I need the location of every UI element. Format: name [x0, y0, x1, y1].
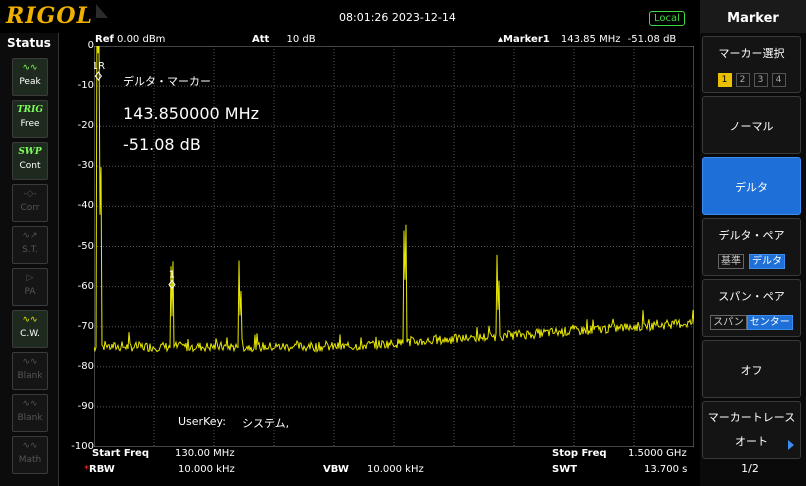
marker-number-1[interactable]: 1 [717, 73, 732, 87]
status-pa-button[interactable]: ▷ PA [12, 268, 48, 306]
swp-label: Cont [19, 161, 41, 171]
math-icon: ∿∿ [22, 441, 38, 451]
y-tick-label: -10 [77, 80, 94, 92]
marker-trace-value: オート [735, 435, 768, 448]
delta-marker-level: -51.08 dB [123, 135, 201, 154]
trig-tag: TRIG [16, 105, 44, 115]
status-math-button[interactable]: ∿∿ Math [12, 436, 48, 474]
status-cw-button[interactable]: ∿∿ C.W. [12, 310, 48, 348]
delta-pair-ref[interactable]: 基準 [717, 254, 744, 269]
st-label: S.T. [22, 245, 38, 255]
span-pair-button[interactable]: スパン・ペア スパン センター [702, 279, 801, 337]
y-tick-label: 0 [87, 40, 94, 51]
pa-icon: ▷ [26, 273, 34, 283]
off-label: オフ [740, 364, 763, 377]
status-blank2-button[interactable]: ∿∿ Blank [12, 394, 48, 432]
status-peak-button[interactable]: ∿∿ Peak [12, 58, 48, 96]
blank1-label: Blank [17, 371, 43, 381]
span-pair-label: スパン・ペア [718, 290, 785, 303]
peak-icon: ∿∿ [22, 63, 38, 73]
cw-label: C.W. [20, 329, 40, 339]
delta-marker-title: デルタ・マーカー [123, 75, 211, 88]
marker-1-tag: 1R [94, 61, 105, 72]
att-label: Att [252, 34, 270, 45]
marker-level: -51.08 dB [627, 34, 677, 45]
corr-icon: -◇- [23, 189, 37, 199]
span-pair-span[interactable]: スパン [710, 315, 747, 330]
st-icon: ∿↗ [22, 231, 38, 241]
y-tick-label: -100 [71, 441, 94, 452]
status-corr-button[interactable]: -◇- Corr [12, 184, 48, 222]
y-tick-label: -90 [77, 400, 94, 412]
delta-pair-button[interactable]: デルタ・ペア 基準 デルタ [702, 218, 801, 276]
pa-label: PA [24, 287, 36, 297]
swt-value: 13.700 s [644, 464, 688, 475]
marker-select-button[interactable]: マーカー選択 1234 [702, 36, 801, 93]
marker-label: ▴Marker1 [498, 34, 550, 45]
userkey-label: UserKey: [178, 415, 226, 428]
stop-freq-value: 1.5000 GHz [628, 448, 687, 459]
right-arrow-icon [788, 440, 794, 450]
att-value: 10 dB [286, 34, 316, 45]
marker-freq: 143.85 MHz [560, 34, 621, 45]
status-st-button[interactable]: ∿↗ S.T. [12, 226, 48, 264]
y-tick-label: -50 [77, 240, 94, 252]
marker-number-2[interactable]: 2 [735, 73, 750, 87]
vbw-value: 10.000 kHz [367, 464, 424, 475]
delta-pair-label: デルタ・ペア [718, 229, 785, 242]
peak-label: Peak [19, 77, 41, 87]
ref-value: 0.00 dBm [117, 34, 166, 45]
delta-marker-freq: 143.850000 MHz [123, 104, 260, 123]
logo-decoration [96, 4, 108, 18]
datetime: 08:01:26 2023-12-14 [339, 11, 456, 24]
swp-tag: SWP [18, 147, 42, 157]
swt-label: SWT [552, 464, 578, 475]
status-swp-button[interactable]: SWP Cont [12, 142, 48, 180]
userkey-value: システム, [242, 417, 290, 430]
cw-icon: ∿∿ [22, 315, 38, 325]
rbw-label: *RBW [84, 464, 115, 475]
marker-number-row: 1234 [703, 67, 800, 87]
corr-label: Corr [20, 203, 40, 213]
delta-label: デルタ [735, 181, 768, 194]
y-tick-label: -60 [77, 280, 94, 292]
y-tick-label: -20 [77, 120, 94, 132]
status-title: Status [7, 36, 51, 50]
math-label: Math [18, 455, 42, 465]
trig-label: Free [20, 119, 40, 129]
marker-trace-label: マーカートレース [707, 411, 796, 424]
marker-2-tag: 1 [169, 270, 175, 281]
page-indicator[interactable]: 1/2 [700, 462, 800, 475]
start-freq-label: Start Freq [92, 448, 149, 459]
y-tick-label: -30 [77, 160, 94, 172]
normal-label: ノーマル [729, 120, 774, 133]
span-pair-center[interactable]: センター [746, 315, 793, 330]
local-badge[interactable]: Local [649, 11, 685, 26]
top-bar: RIGOL 08:01:26 2023-12-14 Local [0, 0, 700, 33]
vbw-label: VBW [323, 464, 349, 475]
blank2-label: Blank [17, 413, 43, 423]
blank2-icon: ∿∿ [22, 399, 38, 409]
y-tick-label: -70 [77, 320, 94, 332]
off-button[interactable]: オフ [702, 340, 801, 398]
y-tick-label: -40 [77, 200, 94, 212]
y-tick-label: -80 [77, 360, 94, 372]
marker-number-4[interactable]: 4 [771, 73, 786, 87]
stop-freq-label: Stop Freq [552, 448, 607, 459]
blank1-icon: ∿∿ [22, 357, 38, 367]
rbw-value: 10.000 kHz [178, 464, 235, 475]
marker-trace-button[interactable]: マーカートレース オート [702, 401, 801, 459]
start-freq-value: 130.00 MHz [175, 448, 235, 459]
marker-number-3[interactable]: 3 [753, 73, 768, 87]
normal-button[interactable]: ノーマル [702, 96, 801, 154]
delta-button[interactable]: デルタ [702, 157, 801, 215]
delta-pair-delta[interactable]: デルタ [749, 254, 786, 269]
panel-title: Marker [700, 0, 806, 33]
status-blank1-button[interactable]: ∿∿ Blank [12, 352, 48, 390]
status-trig-button[interactable]: TRIG Free [12, 100, 48, 138]
marker-select-label: マーカー選択 [718, 47, 785, 60]
rigol-logo: RIGOL [6, 3, 93, 29]
ref-label: Ref [95, 34, 114, 45]
